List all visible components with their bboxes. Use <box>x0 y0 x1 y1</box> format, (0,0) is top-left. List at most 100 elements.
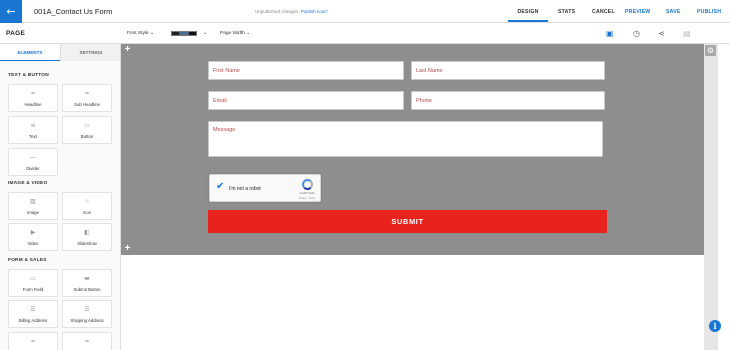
element-label: Headline <box>24 102 42 107</box>
recaptcha-label: I'm not a robot <box>229 186 261 192</box>
form-section[interactable]: + First Name Last Name Email Phone Messa… <box>121 44 704 255</box>
slideshow-icon: ◧ <box>84 229 90 236</box>
address-icon: ☰ <box>84 306 90 313</box>
address-icon: ☰ <box>30 306 36 313</box>
recaptcha-links[interactable]: Privacy - Terms <box>294 197 320 200</box>
chevron-down-icon: ⌄ <box>246 31 251 36</box>
add-section-below-icon[interactable]: + <box>123 244 132 254</box>
toolbar-title: PAGE <box>6 30 26 37</box>
active-tab-indicator <box>508 20 548 22</box>
element-label: Submit Button <box>73 287 101 292</box>
device-view-icon[interactable]: ▣ <box>606 29 614 38</box>
element-label: Sub Headline <box>74 102 100 107</box>
button-icon: ▭ <box>84 122 90 129</box>
element-sub-headline[interactable]: ═ Sub Headline <box>62 84 112 112</box>
text-lines-icon: ═ <box>31 90 35 97</box>
chevron-down-icon: ⌄ <box>149 31 154 36</box>
page-width-label: Page Width <box>220 31 245 36</box>
page-canvas: + First Name Last Name Email Phone Messa… <box>121 44 704 350</box>
element-slideshow[interactable]: ◧ Slideshow <box>62 223 112 251</box>
field-placeholder: Message <box>213 127 236 133</box>
last-name-field[interactable]: Last Name <box>411 61 605 80</box>
recaptcha-logo-icon <box>302 179 313 190</box>
element-form-field[interactable]: ▭ Form Field <box>8 269 58 297</box>
element-icon[interactable]: ☆ Icon <box>62 192 112 220</box>
history-icon[interactable]: ◷ <box>633 29 640 38</box>
paragraph-icon: ≡ <box>30 122 36 129</box>
add-section-above-icon[interactable]: + <box>123 45 132 55</box>
section-label-image-video: IMAGE & VIDEO <box>8 181 48 186</box>
tab-stats[interactable]: STATS <box>558 9 575 15</box>
element-button[interactable]: ▭ Button <box>62 116 112 144</box>
form-field-icon: ▭ <box>30 275 36 282</box>
recaptcha-widget[interactable]: ✔ I'm not a robot reCAPTCHA Privacy - Te… <box>209 174 321 202</box>
save-button[interactable]: SAVE <box>666 9 681 15</box>
submit-button-icon: ▬ <box>84 275 90 282</box>
checkmark-icon[interactable]: ✔ <box>216 181 224 192</box>
element-label: Form Field <box>22 287 44 292</box>
phone-field[interactable]: Phone <box>411 91 605 110</box>
element-shipping-address[interactable]: ☰ Shipping Address <box>62 300 112 328</box>
element-submit-button[interactable]: ▬ Submit Button <box>62 269 112 297</box>
submit-button[interactable]: SUBMIT <box>208 210 607 233</box>
top-bar: ← 001A_Contact Us Form Unpublished chang… <box>0 0 730 23</box>
element-billing-address[interactable]: ☰ Billing Address <box>8 300 58 328</box>
info-icon[interactable]: i <box>709 320 721 332</box>
gear-icon[interactable]: ⚙ <box>705 45 716 56</box>
element-video[interactable]: ▶ Video <box>8 223 58 251</box>
element-icon: ═ <box>31 338 35 345</box>
color-scheme-swatch[interactable] <box>171 31 197 36</box>
element-label: Slideshow <box>77 241 97 246</box>
element-label: Video <box>27 241 39 246</box>
element-headline[interactable]: ═ Headline <box>8 84 58 112</box>
text-lines-icon: ═ <box>85 90 89 97</box>
image-icon: ▨ <box>30 198 36 205</box>
field-placeholder: Email <box>213 97 227 104</box>
field-placeholder: First Name <box>213 67 240 74</box>
element-label: Divider <box>26 166 40 171</box>
video-icon: ▶ <box>30 229 36 236</box>
element-label: Button <box>80 134 94 139</box>
element-image[interactable]: ▨ Image <box>8 192 58 220</box>
field-placeholder: Phone <box>416 97 432 104</box>
right-rail: ⚙ <box>704 44 718 350</box>
cancel-button[interactable]: CANCEL <box>592 9 615 15</box>
message-field[interactable]: Message <box>208 121 603 157</box>
element-label: Shipping Address <box>70 318 104 323</box>
element-label: Icon <box>82 210 92 215</box>
element-label: Text <box>29 134 37 139</box>
publish-now-link[interactable]: Publish now? <box>301 9 328 14</box>
element-label: Billing Address <box>18 318 48 323</box>
field-placeholder: Last Name <box>416 67 443 74</box>
first-name-field[interactable]: First Name <box>208 61 404 80</box>
element-more[interactable]: ═ <box>62 332 112 350</box>
tab-elements[interactable]: ELEMENTS <box>0 44 60 61</box>
font-style-dropdown[interactable]: Font Style ⌄ <box>127 31 154 36</box>
sidebar-tabs: ELEMENTS SETTINGS <box>0 44 120 61</box>
page-width-dropdown[interactable]: Page Width ⌄ <box>220 31 250 36</box>
page-name: 001A_Contact Us Form <box>34 7 113 16</box>
star-icon: ☆ <box>84 198 90 205</box>
unsaved-status: Unpublished changes. Publish now? <box>255 9 328 14</box>
element-divider[interactable]: — Divider <box>8 148 58 176</box>
page-preview-icon[interactable]: ▤ <box>683 29 691 38</box>
tab-settings[interactable]: SETTINGS <box>60 44 120 61</box>
unsaved-text: Unpublished changes. <box>255 9 300 14</box>
element-more[interactable]: ═ <box>8 332 58 350</box>
section-label-text-button: TEXT & BUTTON <box>8 73 49 78</box>
page-toolbar: PAGE Font Style ⌄ ⌄ Page Width ⌄ ▣ ◷ ⋖ ▤ <box>0 23 730 44</box>
element-text[interactable]: ≡ Text <box>8 116 58 144</box>
scroll-strip <box>718 44 730 350</box>
share-icon[interactable]: ⋖ <box>658 29 665 38</box>
elements-sidebar: ELEMENTS SETTINGS TEXT & BUTTON ═ Headli… <box>0 44 121 350</box>
chevron-down-icon[interactable]: ⌄ <box>203 31 207 36</box>
element-icon: ═ <box>85 338 89 345</box>
preview-button[interactable]: PREVIEW <box>625 9 650 15</box>
divider-icon: — <box>30 154 36 161</box>
publish-button[interactable]: PUBLISH <box>697 9 721 15</box>
email-field[interactable]: Email <box>208 91 404 110</box>
element-label: Image <box>27 210 39 215</box>
section-label-form-sales: FORM & SALES <box>8 258 47 263</box>
back-arrow-icon[interactable]: ← <box>0 0 22 23</box>
tab-design[interactable]: DESIGN <box>508 9 548 15</box>
